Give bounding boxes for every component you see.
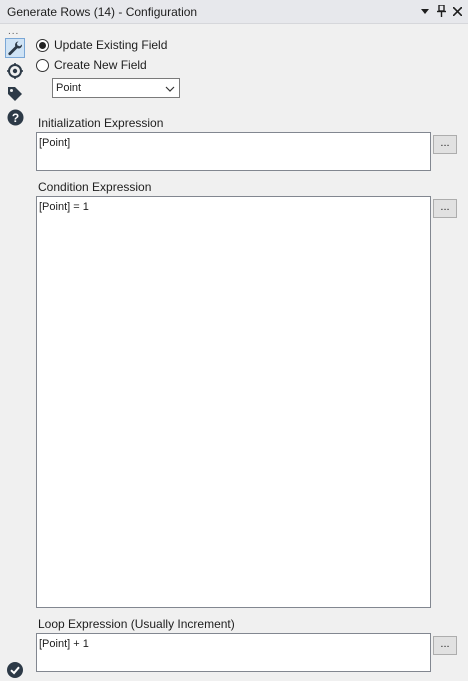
loop-expression-input[interactable]: [Point] + 1	[36, 633, 431, 672]
window-title: Generate Rows (14) - Configuration	[7, 5, 198, 19]
update-existing-option[interactable]: Update Existing Field	[36, 38, 167, 52]
loop-expression-label: Loop Expression (Usually Increment)	[38, 617, 235, 631]
init-expression-label: Initialization Expression	[38, 116, 164, 130]
condition-expression-label: Condition Expression	[38, 180, 152, 194]
svg-text:?: ?	[11, 111, 18, 125]
title-controls	[420, 4, 462, 18]
update-existing-radio[interactable]	[36, 38, 49, 52]
condition-expression-input[interactable]: [Point] = 1	[36, 196, 431, 608]
create-new-option[interactable]: Create New Field	[36, 58, 147, 72]
title-bar: Generate Rows (14) - Configuration	[0, 0, 468, 24]
help-icon[interactable]: ?	[5, 107, 25, 127]
config-panel: Update Existing Field Create New Field P…	[29, 24, 468, 681]
pin-icon[interactable]	[436, 4, 446, 18]
field-select[interactable]: Point	[52, 78, 180, 98]
checkmark-icon	[7, 662, 23, 678]
update-existing-label: Update Existing Field	[54, 38, 168, 52]
create-new-label: Create New Field	[54, 58, 147, 72]
loop-expression-builder-button[interactable]: ...	[433, 636, 457, 655]
target-icon[interactable]	[5, 61, 25, 81]
config-sidebar: ... ?	[0, 24, 29, 681]
wrench-icon[interactable]	[5, 38, 25, 58]
field-select-value: Point	[56, 82, 82, 94]
tag-icon[interactable]	[5, 84, 25, 104]
overflow-dots[interactable]: ...	[8, 26, 19, 37]
dropdown-arrow-icon[interactable]	[420, 4, 430, 18]
create-new-radio[interactable]	[36, 58, 49, 72]
close-icon[interactable]	[452, 4, 462, 18]
condition-expression-builder-button[interactable]: ...	[433, 199, 457, 218]
init-expression-input[interactable]: [Point]	[36, 132, 431, 171]
chevron-down-icon	[165, 82, 175, 100]
init-expression-builder-button[interactable]: ...	[433, 135, 457, 154]
